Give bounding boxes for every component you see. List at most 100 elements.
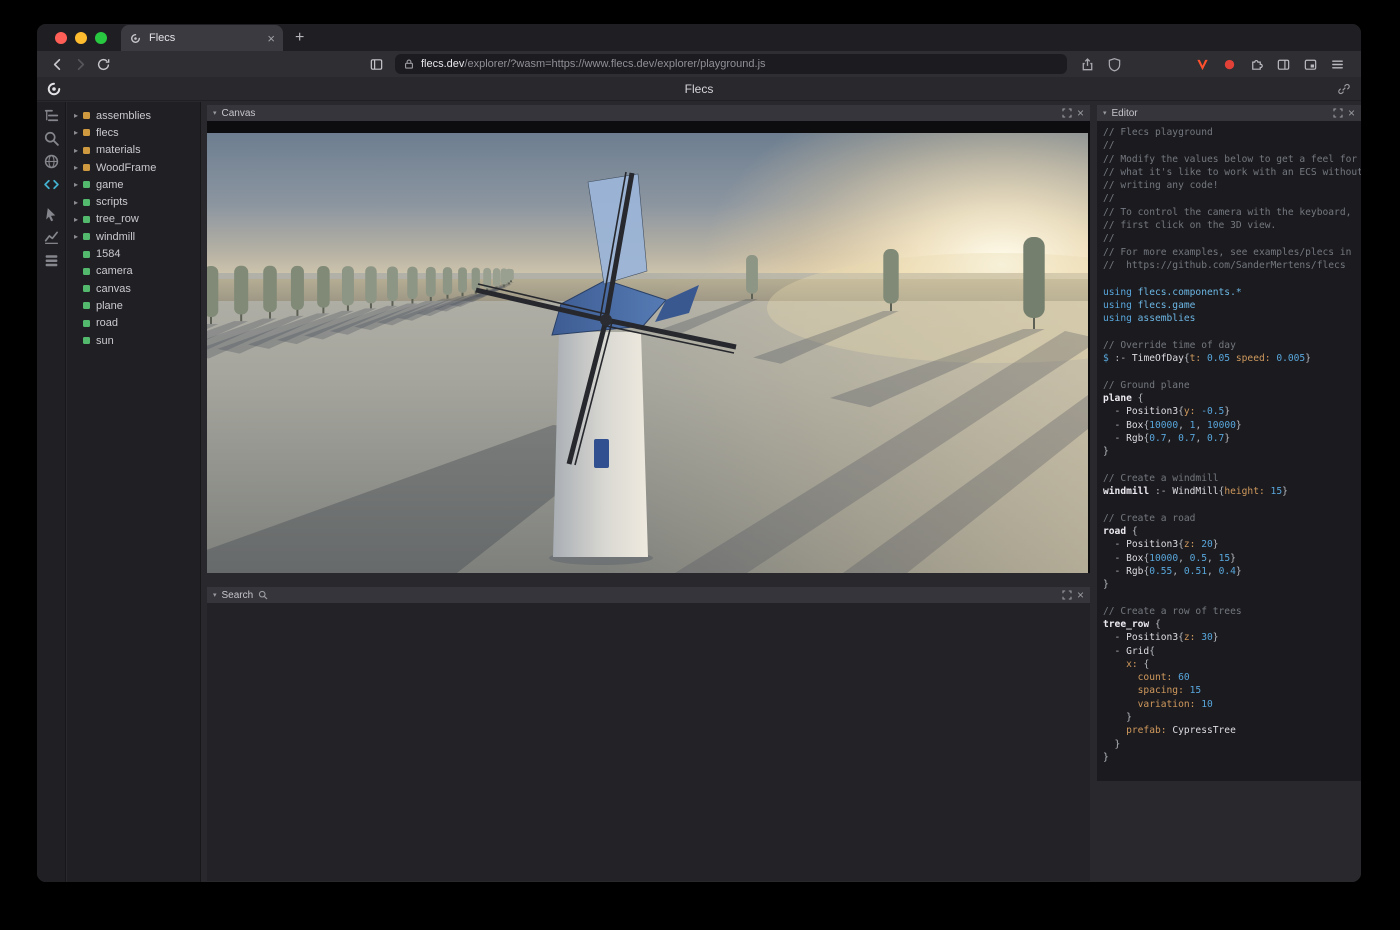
tree-item-WoodFrame[interactable]: ▸WoodFrame: [67, 159, 200, 176]
tree-item-camera[interactable]: camera: [67, 263, 200, 280]
tab-panel-icon[interactable]: [1303, 57, 1318, 72]
url-bar[interactable]: flecs.dev/explorer/?wasm=https://www.fle…: [395, 54, 1067, 74]
search-results-area[interactable]: [207, 603, 1090, 881]
canvas-body: [207, 121, 1090, 573]
url-domain: flecs.dev: [421, 58, 464, 70]
reload-button[interactable]: [93, 54, 113, 74]
cypress-tree: [458, 267, 467, 292]
expand-icon[interactable]: [1333, 108, 1343, 118]
entity-square-icon: [83, 181, 90, 188]
expand-arrow-icon[interactable]: ▸: [74, 146, 83, 155]
tree-item-label: camera: [96, 265, 133, 277]
search-panel: ▾ Search ×: [207, 587, 1090, 881]
favicon-flecs-icon: [129, 32, 142, 45]
tree-item-game[interactable]: ▸game: [67, 176, 200, 193]
tree-item-flecs[interactable]: ▸flecs: [67, 124, 200, 141]
chart-icon[interactable]: [43, 229, 60, 246]
rows-icon[interactable]: [43, 252, 60, 269]
expand-arrow-icon[interactable]: ▸: [74, 163, 83, 172]
expand-arrow-icon[interactable]: ▸: [74, 111, 83, 120]
world-icon[interactable]: [43, 153, 60, 170]
close-tab-icon[interactable]: ×: [267, 32, 275, 45]
tree-item-label: plane: [96, 300, 123, 312]
3d-viewport[interactable]: [207, 133, 1088, 573]
minimize-window-button[interactable]: [75, 32, 87, 44]
code-line: windmill :- WindMill{height: 15}: [1103, 485, 1361, 498]
back-button[interactable]: [47, 54, 67, 74]
tree-item-assemblies[interactable]: ▸assemblies: [67, 107, 200, 124]
tree-item-scripts[interactable]: ▸scripts: [67, 193, 200, 210]
code-editor[interactable]: // Flecs playground//// Modify the value…: [1097, 121, 1361, 781]
cypress-tree: [426, 267, 436, 297]
tree-item-windmill[interactable]: ▸ windmill: [67, 228, 200, 245]
collapse-chevron-icon[interactable]: ▾: [213, 109, 217, 117]
code-line: variation: 10: [1103, 698, 1361, 711]
expand-arrow-icon[interactable]: ▸: [74, 198, 83, 207]
extensions-puzzle-icon[interactable]: [1249, 57, 1264, 72]
cypress-tree: [508, 269, 514, 280]
close-icon[interactable]: ×: [1077, 107, 1084, 119]
new-tab-button[interactable]: +: [295, 29, 304, 47]
expand-arrow-icon[interactable]: ▸: [74, 180, 83, 189]
code-line: [1103, 458, 1361, 471]
icon-rail: [37, 102, 66, 882]
tree-item-materials[interactable]: ▸ materials: [67, 142, 200, 159]
tree-item-label: materials: [96, 144, 141, 156]
tree-item-plane[interactable]: plane: [67, 297, 200, 314]
expand-arrow-icon[interactable]: ▸: [74, 215, 83, 224]
cypress-tree: [342, 266, 354, 305]
tree-icon[interactable]: [43, 107, 60, 124]
side-panel-icon: [369, 57, 384, 72]
close-icon[interactable]: ×: [1077, 589, 1084, 601]
vpn-v-icon[interactable]: [1195, 57, 1210, 72]
expand-icon[interactable]: [1062, 590, 1072, 600]
windmill-door: [594, 439, 609, 468]
code-line: }: [1103, 751, 1361, 764]
close-icon[interactable]: ×: [1348, 107, 1355, 119]
tree-item-road[interactable]: road: [67, 315, 200, 332]
code-line: // Create a road: [1103, 512, 1361, 525]
tree-item-sun[interactable]: sun: [67, 332, 200, 349]
code-line: - Grid{: [1103, 645, 1361, 658]
tree-item-tree_row[interactable]: ▸tree_row: [67, 211, 200, 228]
entity-square-icon: [83, 233, 90, 240]
module-square-icon: [83, 164, 90, 171]
tree-item-1584[interactable]: 1584: [67, 245, 200, 262]
expand-icon[interactable]: [1062, 108, 1072, 118]
code-line: // writing any code!: [1103, 179, 1361, 192]
record-icon[interactable]: [1222, 57, 1237, 72]
tree-item-canvas[interactable]: canvas: [67, 280, 200, 297]
menu-icon[interactable]: [1330, 57, 1345, 72]
collapse-chevron-icon[interactable]: ▾: [213, 591, 217, 599]
code-line: x: {: [1103, 658, 1361, 671]
module-square-icon: [83, 147, 90, 154]
code-icon[interactable]: [43, 176, 60, 193]
editor-panel-header: ▾ Editor ×: [1097, 105, 1361, 121]
sidebar-toggle-icon[interactable]: [1276, 57, 1291, 72]
cypress-tree: [472, 268, 480, 291]
link-icon[interactable]: [1337, 82, 1351, 96]
entity-square-icon: [83, 302, 90, 309]
expand-arrow-icon[interactable]: ▸: [74, 128, 83, 137]
collapse-chevron-icon[interactable]: ▾: [1103, 109, 1107, 117]
cursor-icon[interactable]: [43, 206, 60, 223]
cypress-tree: [317, 266, 329, 308]
shield-icon[interactable]: [1107, 57, 1122, 72]
side-panel-button[interactable]: [366, 54, 386, 74]
code-line: - Rgb{0.7, 0.7, 0.7}: [1103, 432, 1361, 445]
zoom-window-button[interactable]: [95, 32, 107, 44]
cypress-tree: [746, 255, 758, 294]
search-panel-title: Search: [222, 590, 254, 601]
tree-item-label: windmill: [96, 231, 135, 243]
browser-tab[interactable]: Flecs ×: [121, 25, 283, 51]
cypress-tree: [1023, 237, 1044, 318]
code-line: road {: [1103, 525, 1361, 538]
entity-tree: ▸assemblies▸flecs▸materials▸WoodFrame▸ga…: [67, 102, 201, 882]
code-line: - Position3{z: 20}: [1103, 538, 1361, 551]
search-icon[interactable]: [43, 130, 60, 147]
forward-button[interactable]: [70, 54, 90, 74]
tab-strip: Flecs × +: [37, 24, 1361, 51]
share-icon[interactable]: [1080, 57, 1095, 72]
expand-arrow-icon[interactable]: ▸: [74, 232, 83, 241]
close-window-button[interactable]: [55, 32, 67, 44]
